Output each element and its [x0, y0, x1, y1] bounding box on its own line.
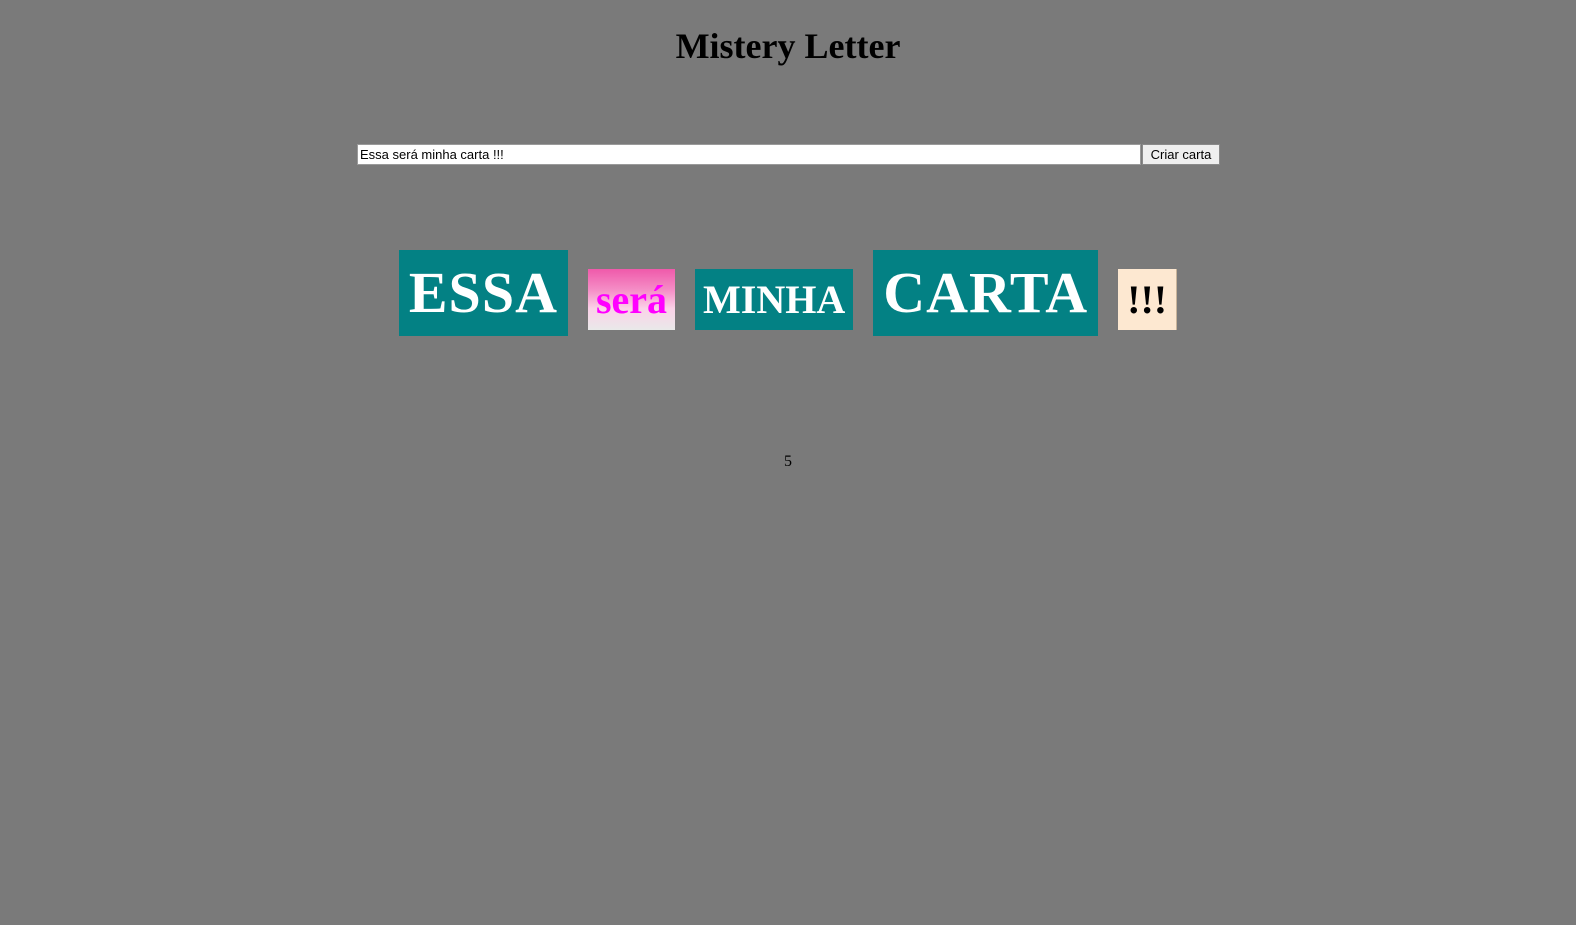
create-letter-button[interactable]: Criar carta — [1142, 144, 1220, 165]
letter-word: ESSA — [398, 250, 568, 336]
letter-word: MINHA — [695, 269, 854, 330]
letter-text-input[interactable] — [357, 144, 1141, 165]
letter-word: CARTA — [873, 250, 1099, 336]
page-title: Mistery Letter — [675, 26, 901, 66]
word-count: 5 — [784, 453, 792, 470]
letter-form: Criar carta — [357, 144, 1220, 165]
letter-word: será — [587, 269, 676, 330]
generated-letter: ESSA será MINHA CARTA !!! — [0, 250, 1576, 336]
letter-word: !!! — [1118, 269, 1178, 330]
